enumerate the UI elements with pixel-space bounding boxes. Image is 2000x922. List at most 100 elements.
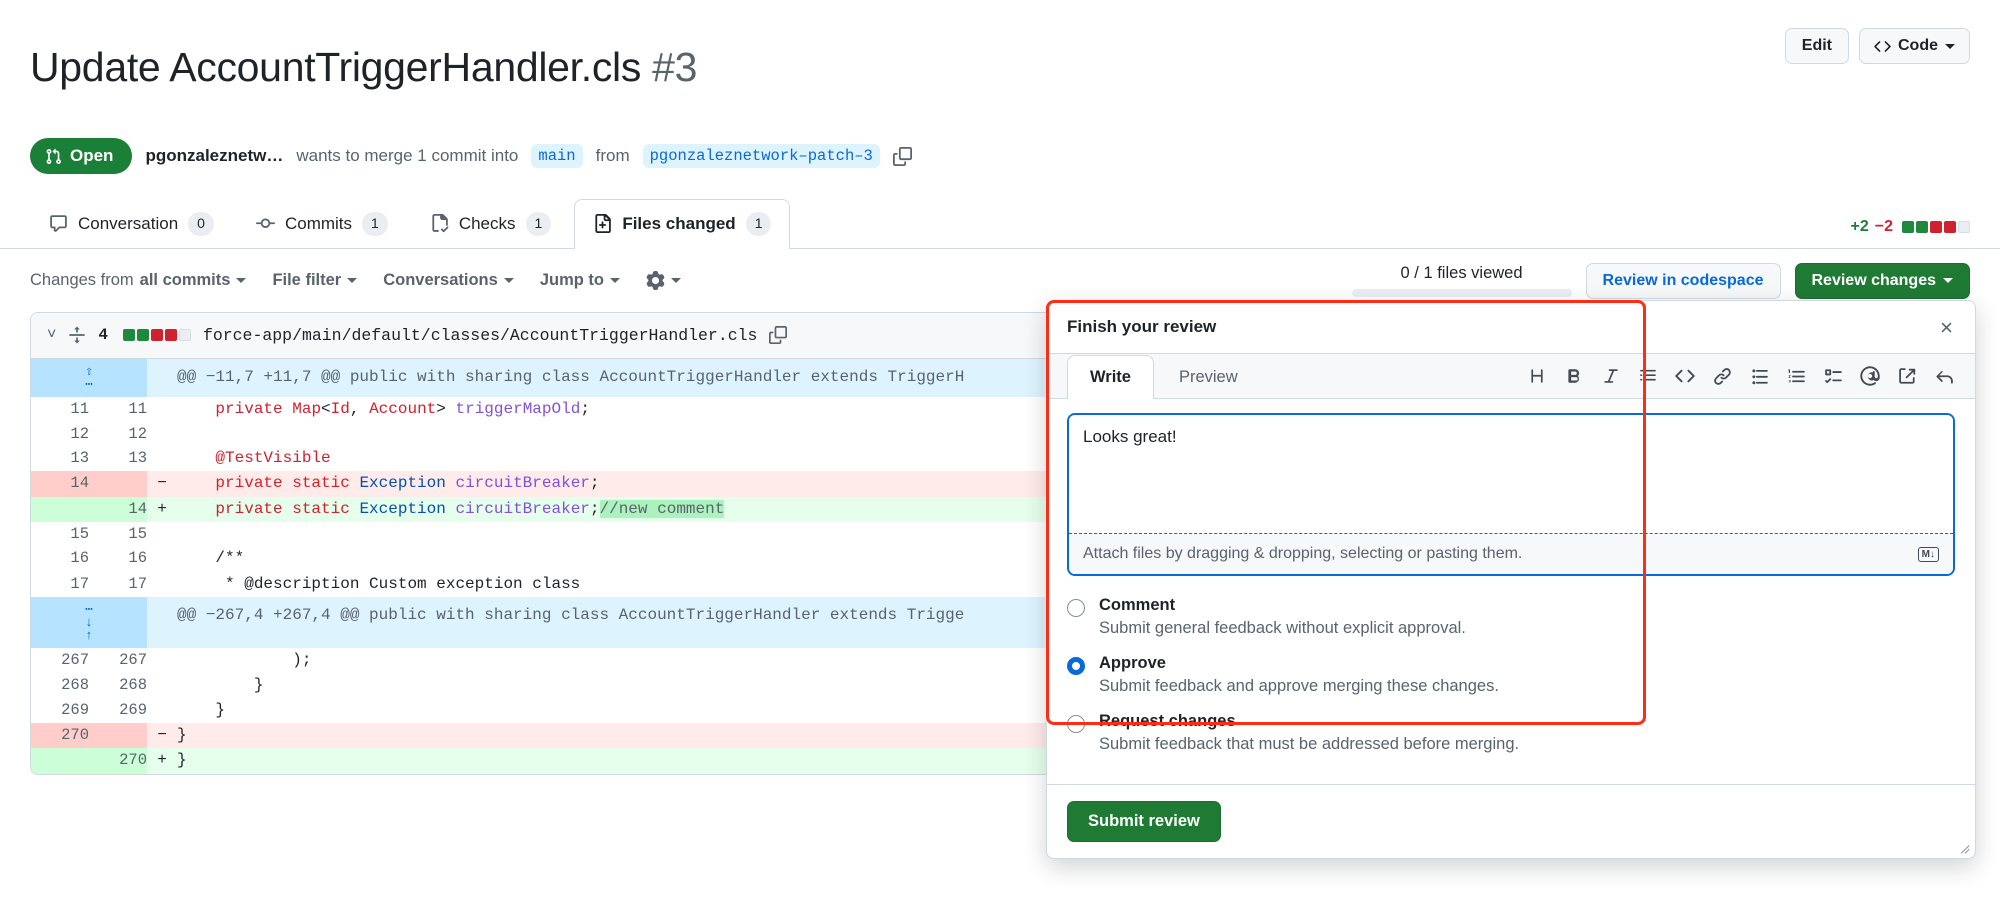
mention-icon[interactable]	[1859, 365, 1881, 387]
reply-icon[interactable]	[1933, 365, 1955, 387]
head-branch-tag[interactable]: pgonzaleznetwork–patch–3	[642, 144, 880, 169]
new-line-number: 267	[89, 647, 147, 673]
code-brackets-icon	[1874, 38, 1891, 55]
bold-icon[interactable]	[1563, 365, 1585, 387]
diffstat-block	[1930, 220, 1942, 233]
option-approve[interactable]: Approve Submit feedback and approve merg…	[1067, 654, 1955, 696]
tab-list: Conversation 0 Commits 1 Checks 1 Files …	[30, 198, 791, 249]
old-line-number: 268	[31, 672, 89, 699]
diff-sign	[147, 397, 177, 422]
old-line-number	[31, 496, 89, 522]
file-filter-dropdown[interactable]: File filter	[272, 271, 358, 290]
attach-files-bar[interactable]: Attach files by dragging & dropping, sel…	[1069, 533, 1953, 574]
diff-sign: −	[147, 723, 177, 749]
old-line-number	[31, 748, 89, 774]
chevron-down-icon	[347, 278, 358, 284]
comment-icon	[49, 214, 68, 233]
option-approve-desc: Submit feedback and approve merging thes…	[1099, 677, 1499, 695]
option-comment[interactable]: Comment Submit general feedback without …	[1067, 596, 1955, 638]
base-branch-tag[interactable]: main	[531, 144, 583, 169]
old-line-number: 14	[31, 471, 89, 497]
diff-sign	[147, 446, 177, 471]
diff-sign	[147, 358, 177, 397]
expand-up-button[interactable]: ⇧ ⋯	[31, 358, 147, 397]
diff-settings-dropdown[interactable]	[646, 271, 681, 291]
link-icon[interactable]	[1711, 365, 1733, 387]
unordered-list-icon[interactable]	[1748, 365, 1770, 387]
dialog-title: Finish your review	[1067, 317, 1217, 336]
review-changes-button[interactable]: Review changes	[1794, 262, 1970, 299]
merge-description: wants to merge 1 commit into	[296, 146, 519, 166]
markdown-icon[interactable]: M↓	[1917, 546, 1939, 562]
diffstat-block	[1902, 220, 1914, 233]
italic-icon[interactable]	[1600, 365, 1622, 387]
edit-button[interactable]: Edit	[1784, 28, 1849, 64]
reference-icon[interactable]	[1896, 365, 1918, 387]
task-list-icon[interactable]	[1822, 365, 1844, 387]
heading-icon[interactable]	[1526, 365, 1548, 387]
submit-review-button[interactable]: Submit review	[1067, 801, 1221, 842]
changes-from-dropdown[interactable]: Changes from all commits	[30, 271, 247, 290]
copy-path-icon[interactable]	[769, 326, 788, 345]
radio-comment[interactable]	[1067, 599, 1085, 617]
tab-files-changed[interactable]: Files changed 1	[574, 199, 791, 249]
new-line-number: 14	[89, 496, 147, 522]
tab-commits-label: Commits	[284, 213, 353, 233]
changes-from-value: all commits	[139, 271, 231, 290]
commit-icon	[255, 214, 275, 233]
expand-both-button[interactable]: ⋯ ↓ ↑	[31, 596, 147, 648]
diff-sign	[147, 422, 177, 446]
file-path[interactable]: force-app/main/default/classes/AccountTr…	[203, 326, 758, 345]
tab-preview[interactable]: Preview	[1156, 355, 1261, 399]
diff-sign: −	[147, 471, 177, 497]
ordered-list-icon[interactable]	[1785, 365, 1807, 387]
tab-conversation[interactable]: Conversation 0	[30, 199, 233, 249]
code-icon[interactable]	[1674, 365, 1696, 387]
radio-approve[interactable]	[1067, 657, 1085, 675]
diffstat-blocks	[1902, 220, 1970, 233]
new-line-number: 17	[89, 571, 147, 597]
files-viewed-group: 0 / 1 files viewed	[1351, 264, 1572, 298]
code-button[interactable]: Code	[1859, 28, 1970, 64]
diff-sign	[147, 596, 177, 648]
diff-sign: +	[147, 748, 177, 774]
comment-textarea[interactable]: Looks great!	[1069, 415, 1953, 533]
old-line-number: 267	[31, 647, 89, 673]
files-toolbar-right: 0 / 1 files viewed Review in codespace R…	[1351, 262, 1970, 299]
old-line-number: 269	[31, 698, 89, 724]
option-request-changes[interactable]: Request changes Submit feedback that mus…	[1067, 712, 1955, 754]
chevron-down-icon	[1945, 43, 1955, 49]
diffstat-block	[1944, 220, 1956, 233]
tab-write[interactable]: Write	[1067, 355, 1154, 399]
close-icon[interactable]	[1938, 319, 1955, 336]
diffstat-block	[1958, 220, 1970, 233]
dialog-body: Write Preview Looks great! Attach files …	[1047, 354, 1975, 854]
option-approve-text: Approve Submit feedback and approve merg…	[1099, 654, 1499, 696]
chevron-down-icon	[610, 278, 620, 284]
conversations-dropdown[interactable]: Conversations	[383, 271, 514, 290]
pull-request-icon	[45, 148, 62, 165]
tab-commits[interactable]: Commits 1	[237, 199, 407, 249]
diff-sign	[147, 572, 177, 597]
editor-tabs: Write Preview	[1067, 354, 1261, 399]
jump-to-dropdown[interactable]: Jump to	[540, 271, 620, 290]
diff-sign: +	[147, 496, 177, 522]
unfold-icon[interactable]	[68, 326, 86, 344]
review-in-codespace-button[interactable]: Review in codespace	[1585, 262, 1781, 299]
option-request-changes-label: Request changes	[1099, 712, 1236, 730]
chevron-down-icon[interactable]: ˅	[47, 326, 56, 344]
pr-author[interactable]: pgonzaleznetw…	[145, 146, 283, 166]
checks-icon	[430, 214, 449, 233]
radio-request-changes[interactable]	[1067, 715, 1085, 733]
copy-branch-icon[interactable]	[892, 146, 912, 166]
chevron-down-icon	[1943, 278, 1953, 284]
tab-files-changed-count: 1	[745, 212, 772, 236]
dialog-header: Finish your review	[1047, 301, 1975, 354]
new-line-number: 269	[89, 698, 147, 724]
diffstat-block	[150, 329, 163, 342]
quote-icon[interactable]	[1637, 365, 1659, 387]
diff-sign	[147, 673, 177, 698]
old-line-number: 15	[31, 521, 89, 547]
tab-checks[interactable]: Checks 1	[411, 199, 570, 249]
page-title: Update AccountTriggerHandler.cls #3	[30, 45, 697, 90]
